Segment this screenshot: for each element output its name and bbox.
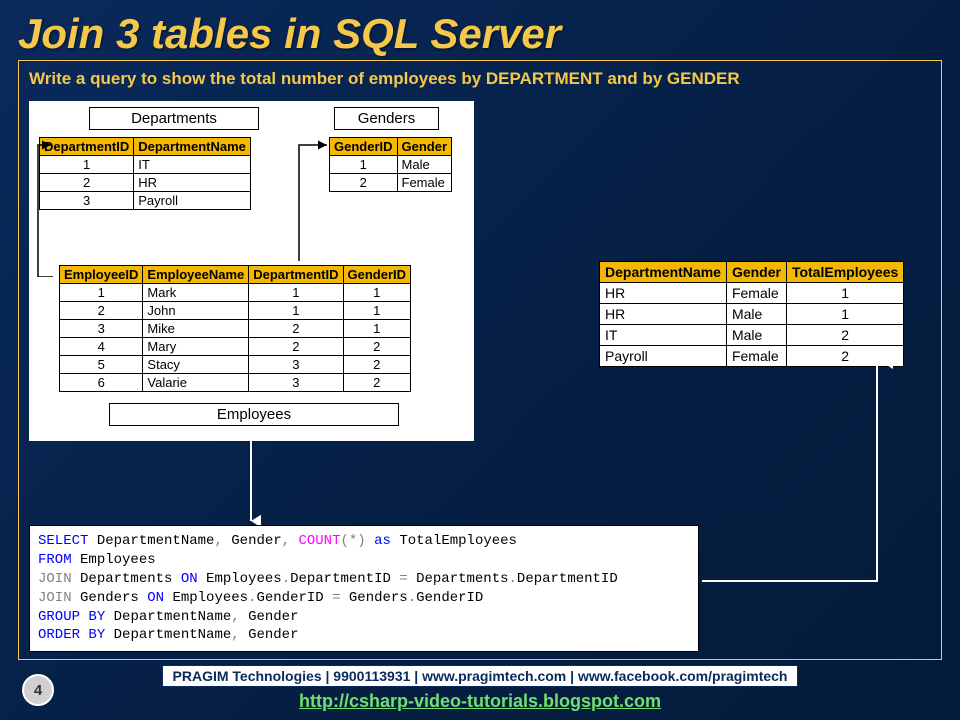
table-row: 1Mark11 [60,284,411,302]
table-row: 2Female [330,174,452,192]
table-row: 3Mike21 [60,320,411,338]
footer-link[interactable]: http://csharp-video-tutorials.blogspot.c… [0,691,960,712]
sql-query: SELECT DepartmentName, Gender, COUNT(*) … [29,525,699,652]
column-header: GenderID [330,138,398,156]
column-header: Gender [397,138,452,156]
table-row: 6Valarie32 [60,374,411,392]
column-header: DepartmentName [134,138,251,156]
schema-diagram: Departments Genders Employees Department… [29,101,474,441]
table-row: HRFemale1 [600,283,904,304]
slide-title: Join 3 tables in SQL Server [0,0,960,63]
footer-banner: PRAGIM Technologies | 9900113931 | www.p… [162,665,799,687]
column-header: EmployeeID [60,266,143,284]
departments-table: DepartmentIDDepartmentName1IT2HR3Payroll [39,137,251,210]
flow-arrow-down [241,439,261,529]
table-row: 1Male [330,156,452,174]
table-row: ITMale2 [600,325,904,346]
table-row: 4Mary22 [60,338,411,356]
departments-label: Departments [89,107,259,130]
content-area: Write a query to show the total number o… [18,60,942,660]
employees-table: EmployeeIDEmployeeNameDepartmentIDGender… [59,265,411,392]
slide-subtitle: Write a query to show the total number o… [19,61,941,89]
genders-label: Genders [334,107,439,130]
genders-table: GenderIDGender1Male2Female [329,137,452,192]
column-header: DepartmentName [600,262,727,283]
fk-arrow-dept [33,127,63,277]
column-header: EmployeeName [143,266,249,284]
table-row: HRMale1 [600,304,904,325]
footer: PRAGIM Technologies | 9900113931 | www.p… [0,665,960,712]
table-row: 2HR [40,174,251,192]
flow-arrow-result [699,351,899,591]
column-header: GenderID [343,266,411,284]
column-header: Gender [726,262,786,283]
table-row: 2John11 [60,302,411,320]
column-header: TotalEmployees [786,262,903,283]
table-row: 5Stacy32 [60,356,411,374]
table-row: 1IT [40,156,251,174]
employees-label: Employees [109,403,399,426]
table-row: 3Payroll [40,192,251,210]
fk-arrow-gender [291,127,333,277]
